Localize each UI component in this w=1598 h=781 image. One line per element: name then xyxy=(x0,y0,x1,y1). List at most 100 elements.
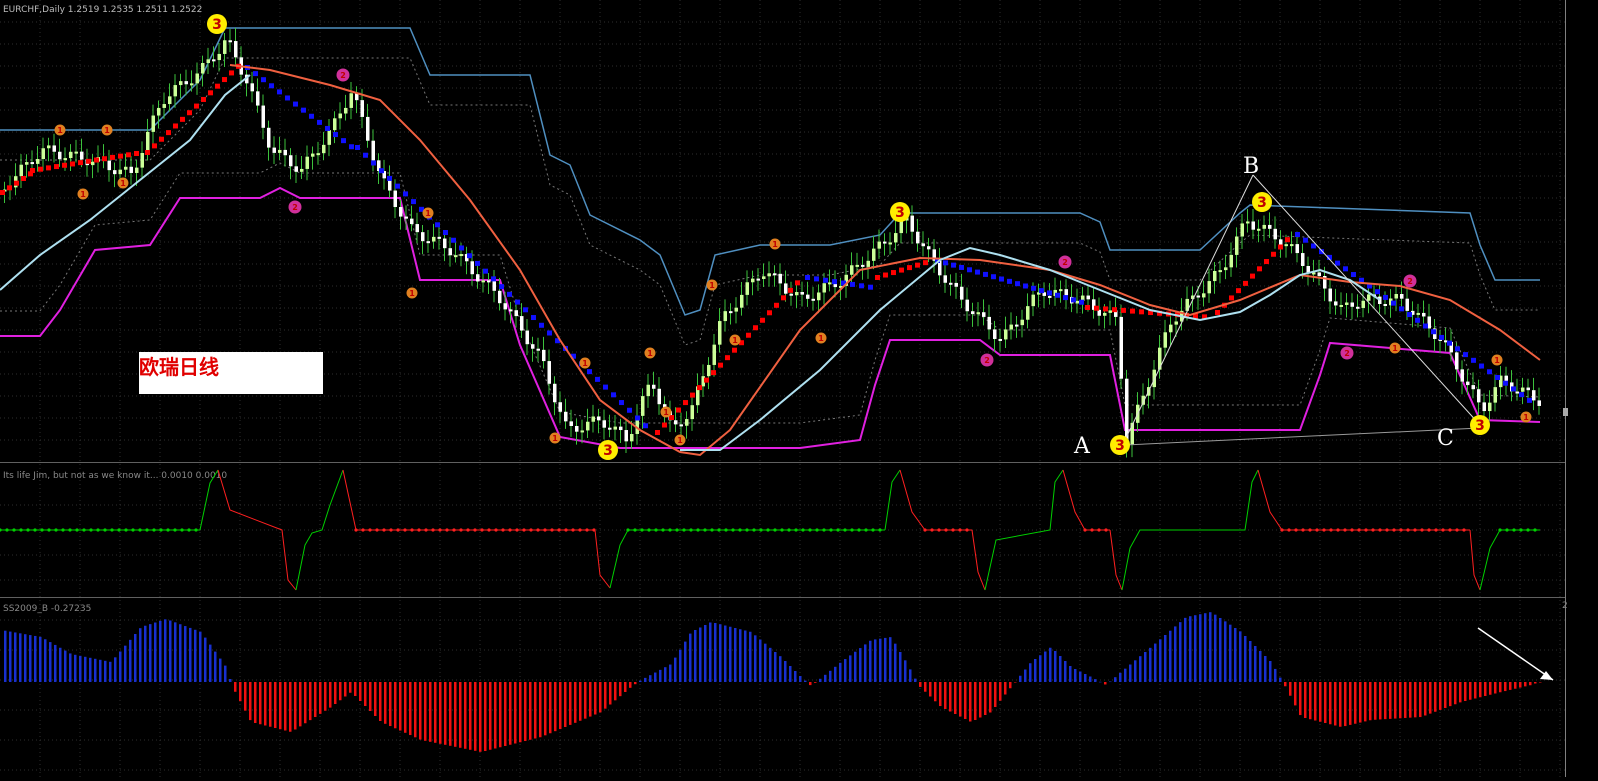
candle-body xyxy=(311,153,315,157)
candle-body xyxy=(624,430,628,442)
candle-body xyxy=(679,424,683,427)
wave-1-marker-label: 1 xyxy=(425,209,431,218)
histogram-bar xyxy=(934,682,937,702)
histogram-bar xyxy=(1284,682,1287,687)
oscillator-dot xyxy=(710,528,714,532)
histogram-panel[interactable]: SS2009_B -0.27235 xyxy=(3,604,1554,752)
price-scale-marker xyxy=(1563,408,1568,416)
oscillator-panel[interactable]: Its life Jim, but not as we know it... 0… xyxy=(0,469,1540,591)
oscillator-dot xyxy=(117,528,121,532)
oscillator-dot xyxy=(0,528,2,532)
candle-body xyxy=(300,168,304,172)
candle-body xyxy=(707,364,711,377)
histogram-bar xyxy=(1189,616,1192,682)
histogram-bar xyxy=(1254,646,1257,682)
histogram-bar xyxy=(274,682,277,728)
trend-block xyxy=(1335,260,1340,266)
candle-body xyxy=(921,243,925,247)
trend-block xyxy=(697,385,702,391)
candle-body xyxy=(1383,303,1387,306)
histogram-bar xyxy=(394,682,397,729)
candle-body xyxy=(1284,244,1288,247)
candle-body xyxy=(503,303,507,310)
oscillator-dot xyxy=(808,528,812,532)
oscillator-dot xyxy=(194,528,198,532)
histogram-bar xyxy=(1414,682,1417,718)
trend-arrow-line xyxy=(1477,627,1554,681)
candle-body xyxy=(1416,312,1420,315)
oscillator-dot xyxy=(438,528,442,532)
candle-body xyxy=(195,73,199,84)
trend-block xyxy=(285,95,290,101)
trend-block xyxy=(899,267,904,273)
histogram-bar xyxy=(1169,630,1172,682)
trend-block xyxy=(547,330,552,336)
histogram-bar xyxy=(414,682,417,738)
histogram-bar xyxy=(1324,682,1327,723)
histogram-bar xyxy=(1434,682,1437,712)
candle-body xyxy=(1455,352,1459,370)
histogram-bar xyxy=(824,674,827,682)
histogram-bar xyxy=(589,682,592,717)
histogram-bar xyxy=(1469,682,1472,700)
oscillator-dot xyxy=(1287,528,1291,532)
oscillator-dot xyxy=(1512,528,1516,532)
candle-body xyxy=(426,241,430,244)
histogram-bar xyxy=(659,669,662,682)
trend-block xyxy=(959,264,964,270)
trend-block xyxy=(753,325,758,331)
histogram-bar xyxy=(1399,682,1402,719)
trend-block xyxy=(309,113,314,119)
histogram-bar xyxy=(359,682,362,701)
candle-body xyxy=(773,273,777,276)
oscillator-dot xyxy=(647,528,651,532)
histogram-bar xyxy=(244,682,247,711)
trend-block xyxy=(1063,295,1068,301)
histogram-bar xyxy=(49,642,52,682)
histogram-bar xyxy=(1304,682,1307,718)
oscillator-dot xyxy=(717,528,721,532)
oscillator-dot xyxy=(1322,528,1326,532)
candle-body xyxy=(410,218,414,225)
trend-block xyxy=(110,154,115,160)
histogram-bar xyxy=(839,662,842,682)
candle-body xyxy=(547,361,551,384)
wave-3-marker-label: 3 xyxy=(1115,438,1125,454)
candle-body xyxy=(1301,253,1305,267)
right-price-scale[interactable] xyxy=(1565,0,1598,777)
oscillator-dot xyxy=(557,528,561,532)
histogram-bar xyxy=(1339,682,1342,727)
trend-block xyxy=(1103,306,1108,312)
candle-body xyxy=(1246,221,1250,224)
histogram-bar xyxy=(109,661,112,682)
oscillator-dot xyxy=(431,528,435,532)
wave-1-marker-label: 1 xyxy=(552,434,558,443)
oscillator-dot xyxy=(1526,528,1530,532)
histogram-bar xyxy=(1244,636,1247,682)
trend-block xyxy=(1015,281,1020,287)
histogram-bar xyxy=(69,653,72,682)
oscillator-dot xyxy=(752,528,756,532)
trend-block xyxy=(222,77,227,83)
trading-chart-window[interactable]: 3 3 3 3 3 3 1 1 1 1 1 1 1 1 1 1 1 1 1 1 1 1 1 1 2 2 2 2 2 2 EURCHF,Da… xyxy=(0,0,1598,777)
oscillator-dot xyxy=(682,528,686,532)
histogram-bar xyxy=(434,682,437,743)
candle-body xyxy=(371,140,375,161)
candle-body xyxy=(113,170,117,175)
candle-body xyxy=(569,421,573,426)
histogram-bar xyxy=(44,639,47,682)
histogram-bar xyxy=(904,660,907,682)
histogram-bar xyxy=(189,627,192,682)
oscillator-dot xyxy=(145,528,149,532)
candle-body xyxy=(1048,295,1052,298)
candle-body xyxy=(1020,319,1024,326)
label-c: C xyxy=(1437,426,1454,451)
candle-body xyxy=(1196,295,1200,298)
candle-body xyxy=(789,293,793,296)
oscillator-dot xyxy=(633,528,637,532)
histogram-bar xyxy=(149,624,152,682)
candle-body xyxy=(767,273,771,277)
histogram-bar xyxy=(964,682,967,719)
histogram-bar xyxy=(429,682,432,742)
trend-block xyxy=(1487,369,1492,375)
